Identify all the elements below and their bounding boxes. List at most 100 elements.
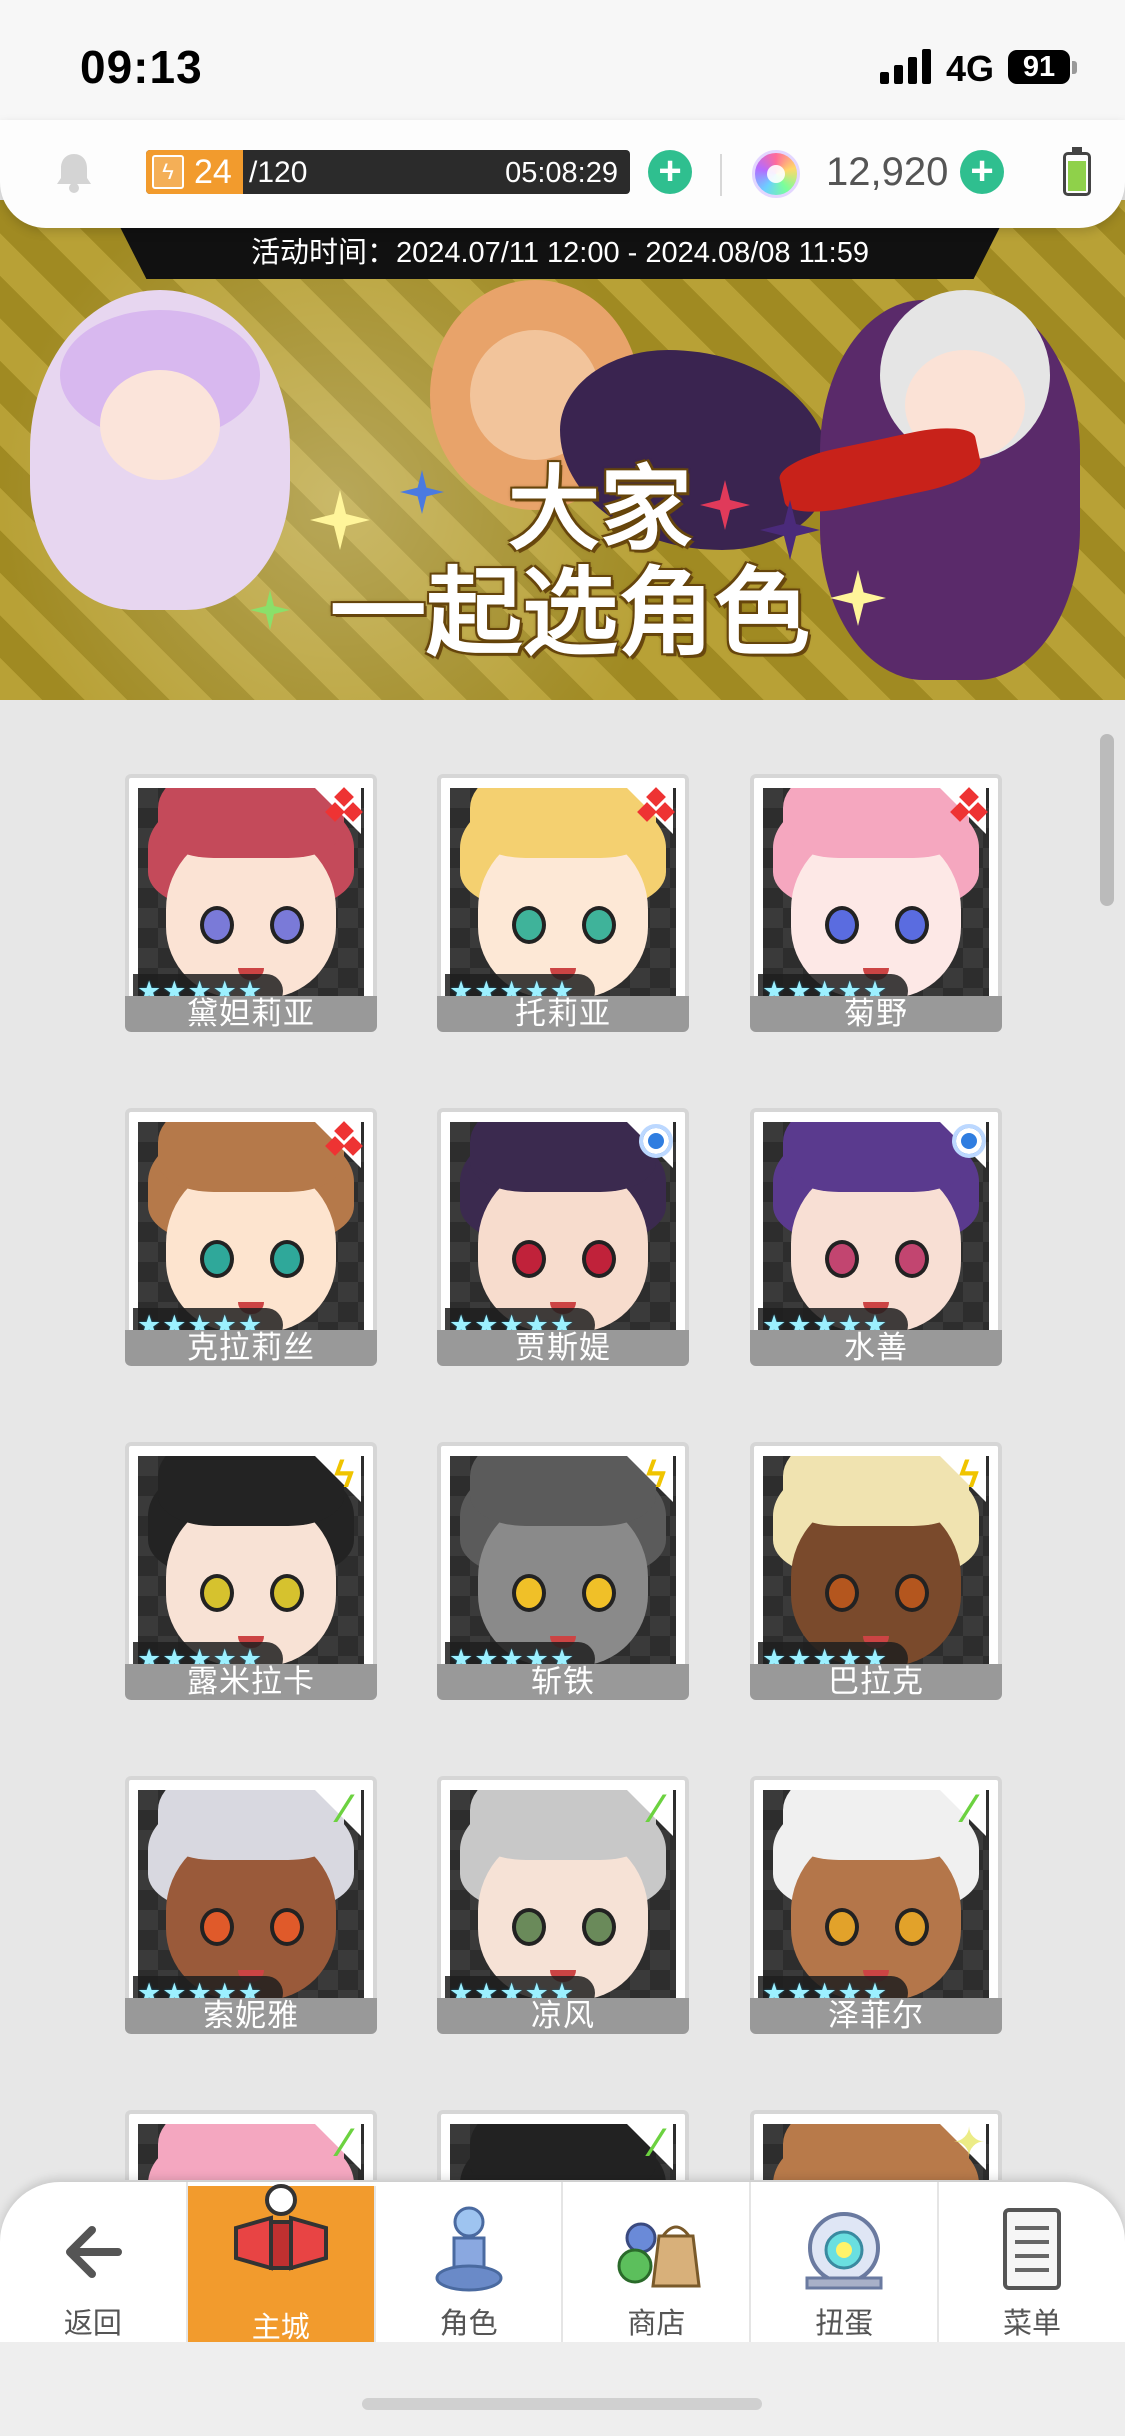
- character-card[interactable]: ⁄ ★ ★ ★ ★ ★ 索妮雅: [125, 1740, 377, 2034]
- menu-list-icon: [1003, 2208, 1062, 2290]
- character-card[interactable]: ★ ★ ★ ★ ★ 克拉莉丝: [125, 1072, 377, 1366]
- divider: [720, 154, 722, 196]
- back-arrow-icon: [65, 2226, 122, 2278]
- character-name: 露米拉卡: [125, 1664, 377, 1700]
- water-element-icon: [639, 1124, 673, 1158]
- portrait-bangs: [158, 788, 344, 858]
- character-card[interactable]: ★ ★ ★ ★ ★ 水善: [750, 1072, 1002, 1366]
- light-element-icon: ϟ: [333, 1454, 355, 1496]
- nav-label: 商店: [627, 2308, 686, 2340]
- signal-icon: [880, 48, 931, 84]
- character-card[interactable]: ⁄ ★ ★ ★ ★ ★ 泽菲尔: [750, 1740, 1002, 2034]
- portrait-bangs: [158, 1122, 344, 1192]
- character-icon: [435, 2206, 503, 2292]
- nav-label: 扭蛋: [815, 2308, 874, 2340]
- gem-count: 12,920: [826, 150, 949, 194]
- game-screen: { "status_bar": { "time": "09:13", "netw…: [0, 0, 1125, 2436]
- character-card[interactable]: ⁄ ★ ★ ★ ★ ★ 凉风: [437, 1740, 689, 2034]
- portrait-eye: [270, 1574, 304, 1612]
- character-card[interactable]: ⁄★★★★★: [125, 2074, 377, 2180]
- portrait-eye: [895, 1240, 929, 1278]
- character-card[interactable]: ϟ ★ ★ ★ ★ ★ 露米拉卡: [125, 1406, 377, 1700]
- character-name: 凉风: [437, 1998, 689, 2034]
- gem-icon: [752, 150, 800, 198]
- character-card[interactable]: ★ ★ ★ ★ ★ 菊野: [750, 738, 1002, 1032]
- character-name: 黛妲莉亚: [125, 996, 377, 1032]
- character-card[interactable]: ★ ★ ★ ★ ★ 黛妲莉亚: [125, 738, 377, 1032]
- gacha-machine-icon: [805, 2212, 883, 2290]
- character-card[interactable]: ϟ ★ ★ ★ ★ ★ 斩铁: [437, 1406, 689, 1700]
- event-period-bar: 活动时间：2024.07/11 12:00 - 2024.08/08 11:59: [120, 227, 1000, 279]
- resource-bar: ϟ 24 /120 05:08:29 + 12,920 +: [0, 120, 1125, 228]
- nav-characters[interactable]: 角色: [376, 2182, 564, 2342]
- nav-shop[interactable]: 商店: [563, 2182, 752, 2342]
- bell-icon[interactable]: [50, 148, 98, 196]
- portrait-bangs: [783, 1790, 969, 1860]
- character-card[interactable]: ϟ ★ ★ ★ ★ ★ 巴拉克: [750, 1406, 1002, 1700]
- banner-title-line1: 大家: [507, 459, 692, 561]
- stamina-current: 24: [194, 153, 232, 191]
- portrait-bangs: [783, 1456, 969, 1526]
- banner-title: 大家 一起选角色: [330, 460, 810, 668]
- portrait-bangs: [470, 1122, 656, 1192]
- battery-level: 91: [1008, 50, 1070, 84]
- portrait-eye: [582, 1574, 616, 1612]
- stamina-bar: ϟ 24 /120 05:08:29: [146, 150, 630, 194]
- sparkle-icon: [250, 590, 290, 630]
- character-name: 贾斯媞: [437, 1330, 689, 1366]
- portrait-eye: [512, 1908, 546, 1946]
- character-name: 菊野: [750, 996, 1002, 1032]
- home-indicator[interactable]: [362, 2398, 762, 2410]
- portrait-bangs: [470, 1456, 656, 1526]
- wind-element-icon: ⁄: [965, 1787, 973, 1831]
- light-element-icon: ϟ: [958, 1454, 980, 1496]
- portrait-eye: [200, 1574, 234, 1612]
- nav-menu[interactable]: 菜单: [939, 2182, 1125, 2342]
- character-name: 克拉莉丝: [125, 1330, 377, 1366]
- add-stamina-button[interactable]: +: [648, 150, 692, 194]
- character-card[interactable]: ★ ★ ★ ★ ★ 托莉亚: [437, 738, 689, 1032]
- nav-gacha[interactable]: 扭蛋: [751, 2182, 940, 2342]
- banner-character-left-face: [100, 370, 220, 480]
- scrollbar[interactable]: [1100, 734, 1114, 906]
- character-name: 泽菲尔: [750, 1998, 1002, 2034]
- portrait-eye: [270, 1240, 304, 1278]
- device-battery-icon: [1063, 147, 1091, 196]
- portrait-eye: [825, 1240, 859, 1278]
- portrait-eye: [895, 1908, 929, 1946]
- portrait-eye: [582, 906, 616, 944]
- light-element-icon: ϟ: [645, 1454, 667, 1496]
- stamina-max: /120: [249, 156, 308, 189]
- portrait-bangs: [470, 788, 656, 858]
- character-card[interactable]: ⁄★★★★★: [437, 2074, 689, 2180]
- fire-element-icon: [950, 787, 988, 824]
- portrait-eye: [512, 1240, 546, 1278]
- castle-icon: [233, 2184, 328, 2271]
- stamina-timer: 05:08:29: [505, 157, 618, 189]
- portrait-eye: [895, 1574, 929, 1612]
- portrait-eye: [200, 906, 234, 944]
- character-name: 索妮雅: [125, 1998, 377, 2034]
- add-gems-button[interactable]: +: [960, 150, 1004, 194]
- character-card[interactable]: ★ ★ ★ ★ ★ 贾斯媞: [437, 1072, 689, 1366]
- banner-title-line2: 一起选角色: [330, 560, 810, 667]
- battery-icon: [1072, 61, 1077, 74]
- network-type: 4G: [946, 48, 995, 89]
- character-card[interactable]: ✦★★★★★: [750, 2074, 1002, 2180]
- event-period: 活动时间：2024.07/11 12:00 - 2024.08/08 11:59: [250, 237, 869, 269]
- nav-home[interactable]: 主城: [187, 2184, 376, 2344]
- portrait-eye: [512, 906, 546, 944]
- portrait-eye: [825, 1574, 859, 1612]
- wind-element-icon: ⁄: [652, 2121, 660, 2165]
- nav-label: 主城: [251, 2312, 310, 2344]
- portrait-bangs: [470, 1790, 656, 1860]
- portrait-eye: [200, 1908, 234, 1946]
- status-bar: 09:13 4G 91: [0, 0, 1125, 130]
- nav-back[interactable]: 返回: [0, 2182, 188, 2342]
- shop-bag-icon: [617, 2222, 702, 2288]
- portrait-eye: [825, 906, 859, 944]
- portrait-bangs: [783, 1122, 969, 1192]
- lightning-icon: ϟ: [152, 155, 184, 189]
- wind-element-icon: ⁄: [340, 2121, 348, 2165]
- portrait-eye: [200, 1240, 234, 1278]
